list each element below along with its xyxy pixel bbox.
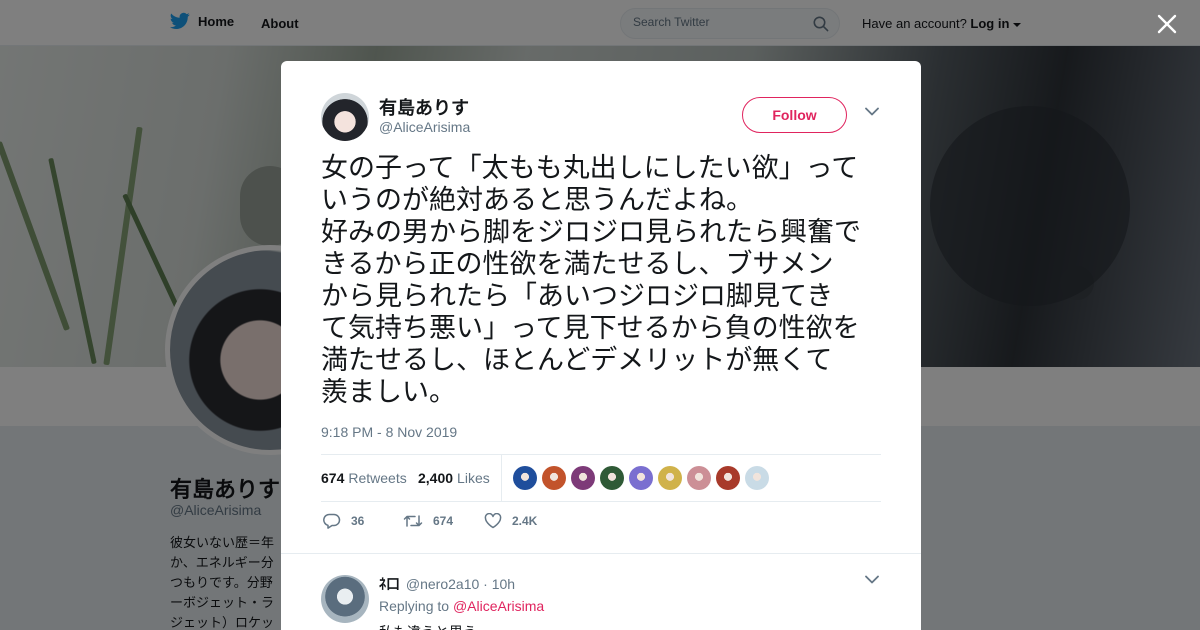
stats-divider (501, 455, 502, 502)
reply-time[interactable]: · 10h (483, 576, 515, 592)
retweets-label: Retweets (348, 470, 407, 486)
reply-divider (281, 553, 921, 554)
liker-avatar[interactable] (745, 466, 769, 490)
liker-avatar[interactable] (658, 466, 682, 490)
liker-avatar[interactable] (687, 466, 711, 490)
tweet-timestamp[interactable]: 9:18 PM - 8 Nov 2019 (321, 424, 457, 440)
retweet-action[interactable]: 674 (403, 513, 453, 529)
likes-count: 2,400 (418, 470, 454, 486)
tweet-text: 女の子って「太もも丸出しにしたい欲」って いうのが絶対あると思うんだよね。 好み… (321, 153, 861, 408)
reply-icon (323, 513, 341, 529)
retweets-count: 674 (321, 470, 345, 486)
author-name[interactable]: 有島ありす (379, 94, 469, 120)
close-icon[interactable] (1156, 13, 1178, 35)
liker-avatar[interactable] (600, 466, 624, 490)
liker-avatar[interactable] (716, 466, 740, 490)
like-count: 2.4K (512, 514, 538, 528)
reply-action[interactable]: 36 (323, 513, 364, 529)
follow-button[interactable]: Follow (742, 97, 847, 133)
retweet-icon (403, 515, 423, 527)
retweet-count: 674 (433, 514, 454, 528)
reply-author-handle[interactable]: @nero2a10 (406, 576, 479, 592)
reply-text: 私も違うと思う (379, 622, 477, 630)
author-avatar[interactable] (321, 93, 369, 141)
tweet-actions: 36 674 2.4K (321, 511, 881, 535)
chevron-down-icon[interactable] (865, 107, 879, 116)
chevron-down-icon[interactable] (865, 575, 879, 584)
reply-avatar[interactable] (321, 575, 369, 623)
heart-icon (484, 513, 502, 529)
reply-author-name[interactable]: ﾈ口 (379, 576, 400, 592)
author-handle[interactable]: @AliceArisima (379, 119, 470, 135)
likes-stat[interactable]: 2,400 Likes (418, 470, 490, 486)
retweets-stat[interactable]: 674 Retweets (321, 470, 407, 486)
liker-avatar[interactable] (629, 466, 653, 490)
liker-avatars (513, 466, 769, 490)
replying-to: Replying to @AliceArisima (379, 598, 544, 614)
liker-avatar[interactable] (571, 466, 595, 490)
like-action[interactable]: 2.4K (484, 513, 537, 529)
replying-prefix: Replying to (379, 598, 450, 614)
replying-to-link[interactable]: @AliceArisima (453, 598, 544, 614)
likes-label: Likes (457, 470, 490, 486)
reply-count: 36 (351, 514, 365, 528)
tweet-stats: 674 Retweets 2,400 Likes (321, 454, 881, 502)
tweet-modal: 有島ありす @AliceArisima Follow 女の子って「太もも丸出しに… (281, 61, 921, 630)
reply-header: ﾈ口 @nero2a10 · 10h (379, 574, 515, 594)
liker-avatar[interactable] (513, 466, 537, 490)
liker-avatar[interactable] (542, 466, 566, 490)
